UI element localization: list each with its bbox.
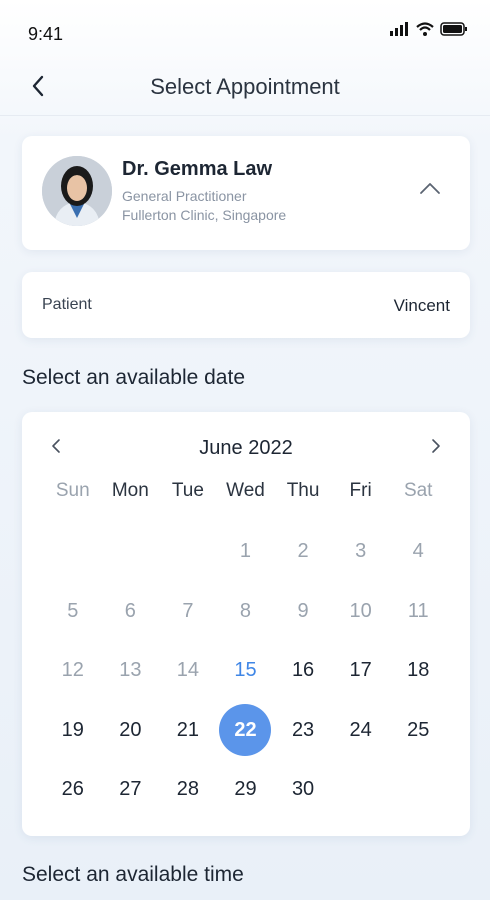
weekday-label: Tue [171,480,204,501]
calendar-day[interactable]: 21 [159,701,217,761]
calendar-day: 13 [119,659,142,682]
weekday-label: Sat [403,480,433,501]
date-section-title: Select an available date [22,366,245,389]
calendar-day: 6 [124,599,136,622]
page-title: Select Appointment [150,74,340,99]
calendar-day: 2 [297,540,309,563]
signal-icon [390,22,410,41]
status-bar: 9:41 [0,0,490,60]
calendar-day[interactable]: 27 [102,760,160,820]
nav-bar: Select Appointment [0,60,490,116]
calendar-day[interactable]: 16 [274,641,332,701]
weekday-header: Sun Mon Tue Wed Thu Fri Sat [44,480,447,502]
calendar-day[interactable]: 20 [102,701,160,761]
chevron-right-icon [431,438,441,459]
patient-card[interactable]: Patient Vincent [22,272,470,338]
doctor-role: General Practitioner [122,188,247,204]
weekday-label: Sun [55,480,90,501]
calendar-day[interactable]: 29 [217,760,275,820]
weekday-label: Mon [111,480,149,501]
calendar-day-selected[interactable]: 22 [217,701,275,761]
calendar-day: 8 [239,599,252,622]
doctor-name: Dr. Gemma Law [122,158,273,180]
weekday-label: Thu [286,480,320,501]
wifi-icon [416,22,434,41]
calendar-day: 5 [67,599,79,622]
time-section-title: Select an available time [22,863,244,886]
doctor-avatar [42,156,112,226]
calendar-day: 12 [61,659,84,682]
calendar-day: 1 [239,540,252,563]
calendar-day[interactable]: 26 [44,760,102,820]
next-month-button[interactable] [422,434,450,462]
calendar-empty-cell [44,522,102,582]
patient-value: Vincent [393,296,450,315]
patient-label: Patient [42,296,92,313]
calendar-empty-cell [102,522,160,582]
calendar-day[interactable]: 19 [44,701,102,761]
calendar-day[interactable]: 15 [217,641,275,701]
calendar-day[interactable]: 28 [159,760,217,820]
doctor-card[interactable]: Dr. Gemma Law General Practitioner Fulle… [22,136,470,250]
calendar-day[interactable]: 24 [332,701,390,761]
status-icons [390,22,468,41]
weekday-label: Wed [226,480,265,501]
doctor-clinic: Fullerton Clinic, Singapore [122,207,287,223]
calendar-empty-cell [159,522,217,582]
calendar-day: 9 [297,599,309,622]
status-time: 9:41 [28,24,64,44]
calendar-day[interactable]: 17 [332,641,390,701]
calendar-day[interactable]: 18 [389,641,447,701]
calendar-month-label: June 2022 [199,437,293,459]
collapse-button[interactable] [416,176,444,204]
calendar-day: 11 [407,599,429,622]
calendar-day[interactable]: 23 [274,701,332,761]
calendar: June 2022 Sun Mon Tue Wed Thu Fri Sat 12345678… [22,412,470,836]
calendar-day[interactable]: 25 [389,701,447,761]
calendar-day: 7 [182,599,194,622]
calendar-day: 14 [176,659,200,682]
calendar-day: 3 [355,540,367,563]
chevron-up-icon [419,181,441,200]
calendar-day[interactable]: 30 [274,760,332,820]
calendar-days-grid: 1 2 3 4 5 6 7 8 9 10 11 12 13 14 15 16 17 18 19 20 21 22 23 24 2… [44,522,447,820]
battery-icon [440,22,468,41]
calendar-day: 10 [349,599,372,622]
weekday-label: Fri [349,480,372,501]
calendar-day: 4 [412,540,424,563]
